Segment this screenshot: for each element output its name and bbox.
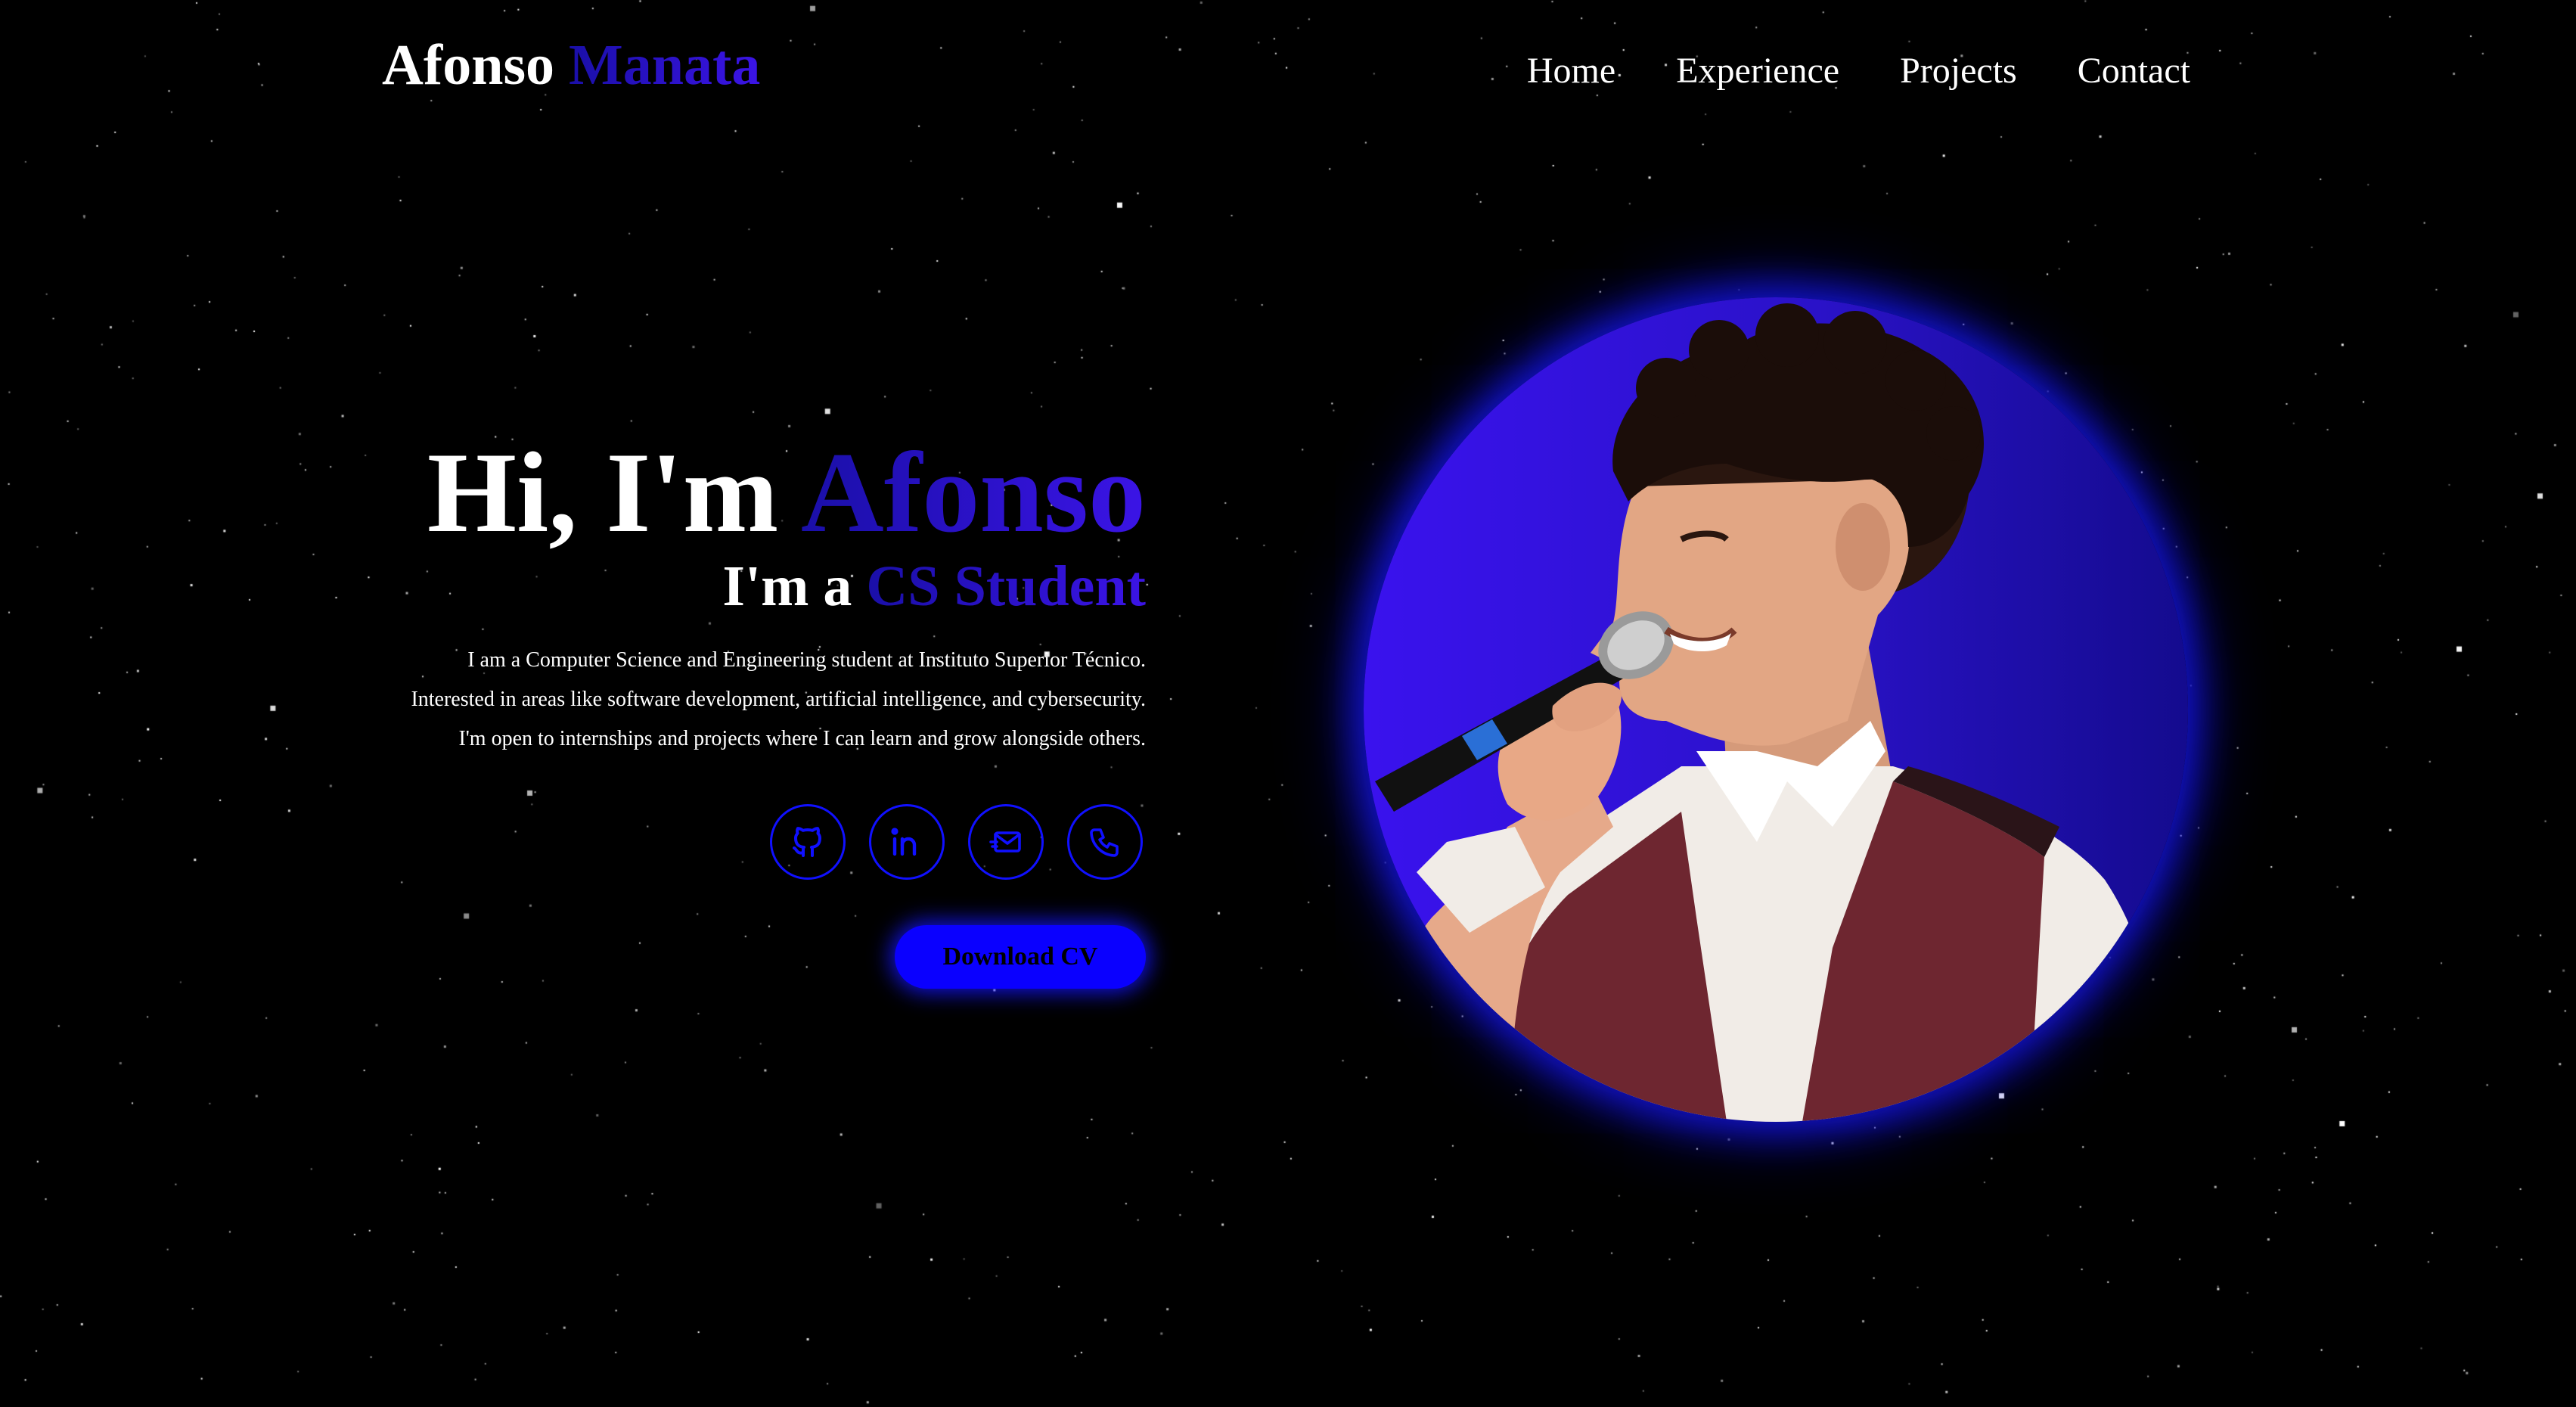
bio-line: I'm open to internships and projects whe… xyxy=(458,727,1146,750)
profile-photo-illustration xyxy=(1375,303,2165,1122)
github-button[interactable] xyxy=(770,804,846,880)
greeting-name: Afonso xyxy=(800,429,1146,556)
email-button[interactable] xyxy=(968,804,1044,880)
profile-photo xyxy=(1364,297,2188,1122)
linkedin-icon xyxy=(891,828,917,856)
cv-wrapper: Download CV xyxy=(238,925,1146,989)
phone-button[interactable] xyxy=(1067,804,1143,880)
phone-icon xyxy=(1090,828,1119,857)
nav-contact[interactable]: Contact xyxy=(2078,53,2190,89)
site-logo[interactable]: Afonso Manata xyxy=(382,36,760,94)
social-links xyxy=(238,804,1146,880)
hero-bio: I am a Computer Science and Engineering … xyxy=(238,641,1146,759)
page: Afonso Manata Home Experience Projects C… xyxy=(0,0,2576,1407)
greeting-prefix: Hi, I'm xyxy=(427,429,779,556)
hero-section: Hi, I'm Afonso I'm a CS Student I am a C… xyxy=(238,435,1146,989)
nav-experience[interactable]: Experience xyxy=(1676,53,1839,89)
logo-last-name: Manata xyxy=(569,33,761,97)
bio-line: I am a Computer Science and Engineering … xyxy=(467,648,1146,672)
nav-projects[interactable]: Projects xyxy=(1900,53,2017,89)
mail-icon xyxy=(989,831,1021,853)
main-nav: Home Experience Projects Contact xyxy=(1527,53,2190,89)
nav-home[interactable]: Home xyxy=(1527,53,1615,89)
github-icon xyxy=(793,827,821,857)
role-prefix: I'm a xyxy=(722,554,852,618)
logo-first-name: Afonso xyxy=(382,33,555,97)
role-text: CS Student xyxy=(866,554,1146,618)
hero-role: I'm a CS Student xyxy=(238,558,1146,615)
linkedin-button[interactable] xyxy=(869,804,945,880)
hero-heading: Hi, I'm Afonso xyxy=(238,435,1146,550)
bio-line: Interested in areas like software develo… xyxy=(411,688,1146,711)
download-cv-button[interactable]: Download CV xyxy=(895,925,1146,989)
